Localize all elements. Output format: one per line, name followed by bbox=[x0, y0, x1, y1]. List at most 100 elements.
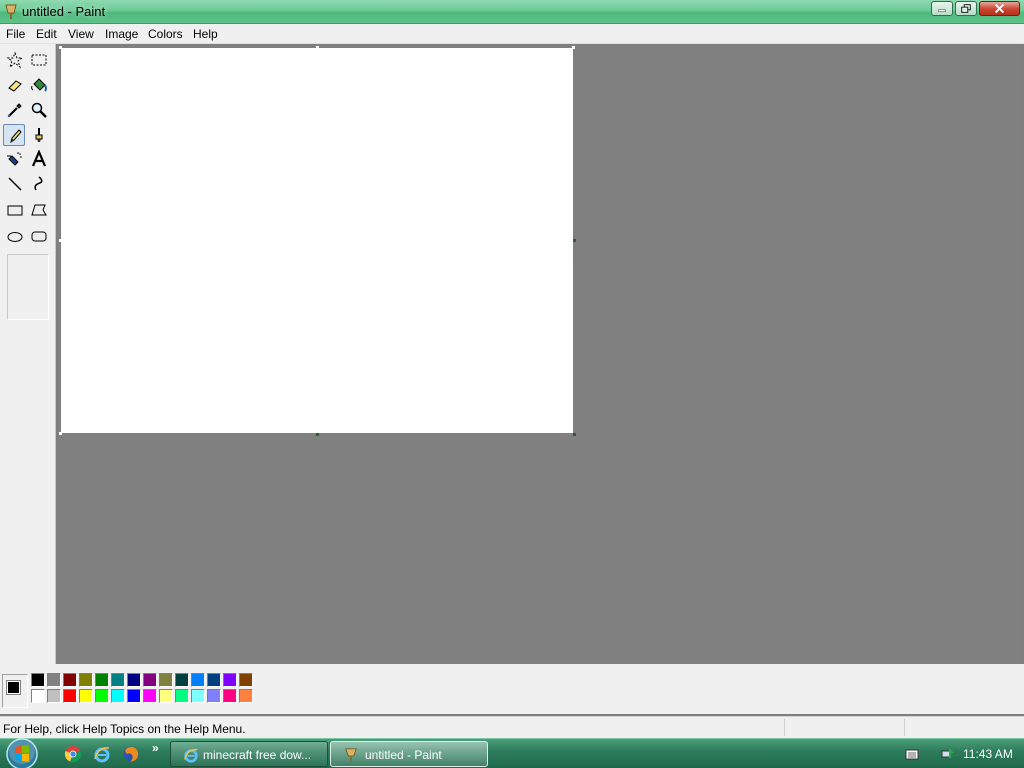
tool-eraser[interactable] bbox=[4, 74, 26, 96]
paint-app-icon[interactable] bbox=[4, 4, 18, 20]
taskbar-item-paint[interactable]: untitled - Paint bbox=[330, 741, 488, 767]
palette-color-swatch[interactable] bbox=[239, 673, 253, 687]
tool-ellipse[interactable] bbox=[4, 225, 26, 247]
restore-icon bbox=[961, 4, 971, 13]
tool-pick-color[interactable] bbox=[4, 99, 26, 121]
menu-file[interactable]: File bbox=[6, 26, 25, 42]
tool-pencil[interactable] bbox=[3, 124, 25, 146]
taskbar-item-label: untitled - Paint bbox=[365, 748, 442, 762]
palette-color-swatch[interactable] bbox=[79, 689, 93, 703]
close-icon bbox=[994, 3, 1005, 14]
tool-brush[interactable] bbox=[28, 124, 50, 146]
palette-color-swatch[interactable] bbox=[191, 673, 205, 687]
menu-image[interactable]: Image bbox=[105, 26, 138, 42]
palette-color-swatch[interactable] bbox=[223, 689, 237, 703]
palette-color-swatch[interactable] bbox=[207, 673, 221, 687]
title-bar[interactable]: untitled - Paint bbox=[0, 0, 1024, 24]
menu-colors[interactable]: Colors bbox=[148, 26, 183, 42]
restore-button[interactable] bbox=[955, 1, 977, 16]
tool-options-box[interactable] bbox=[7, 254, 49, 320]
quick-launch-more-button[interactable]: » bbox=[152, 741, 159, 755]
network-icon[interactable] bbox=[940, 746, 956, 762]
tool-fill-with-color[interactable] bbox=[28, 74, 50, 96]
resize-handle-corner[interactable] bbox=[573, 433, 576, 436]
pencil-icon bbox=[10, 129, 22, 144]
palette-color-swatch[interactable] bbox=[63, 689, 77, 703]
curve-icon bbox=[34, 176, 43, 191]
resize-handle bbox=[59, 239, 62, 242]
taskbar: » minecraft free dow... untitled - Paint… bbox=[0, 738, 1024, 768]
resize-handle bbox=[59, 432, 62, 435]
palette-color-swatch[interactable] bbox=[31, 673, 45, 687]
menu-edit[interactable]: Edit bbox=[36, 26, 57, 42]
palette-color-swatch[interactable] bbox=[175, 673, 189, 687]
line-icon bbox=[8, 177, 22, 191]
taskbar-clock[interactable]: 11:43 AM bbox=[963, 747, 1013, 761]
tool-polygon[interactable] bbox=[28, 199, 50, 221]
toolbox bbox=[0, 44, 56, 664]
palette-color-swatch[interactable] bbox=[223, 673, 237, 687]
palette-color-swatch[interactable] bbox=[127, 689, 141, 703]
status-bar: For Help, click Help Topics on the Help … bbox=[0, 716, 1024, 738]
taskbar-item-browser[interactable]: minecraft free dow... bbox=[170, 741, 328, 767]
resize-handle-bottom[interactable] bbox=[316, 433, 319, 436]
tool-magnifier[interactable] bbox=[28, 99, 50, 121]
palette-color-swatch[interactable] bbox=[143, 689, 157, 703]
palette-color-swatch[interactable] bbox=[111, 689, 125, 703]
airbrush-icon bbox=[7, 152, 22, 166]
palette-color-swatch[interactable] bbox=[95, 673, 109, 687]
tool-line[interactable] bbox=[4, 173, 26, 195]
tool-text[interactable] bbox=[28, 148, 50, 170]
text-icon bbox=[31, 150, 47, 167]
tool-rectangle[interactable] bbox=[4, 199, 26, 221]
eyedropper-icon bbox=[7, 103, 22, 118]
start-button[interactable] bbox=[4, 736, 40, 768]
status-divider bbox=[904, 719, 905, 736]
palette-color-swatch[interactable] bbox=[79, 673, 93, 687]
palette-color-swatch[interactable] bbox=[47, 673, 61, 687]
palette-color-swatch[interactable] bbox=[239, 689, 253, 703]
close-button[interactable] bbox=[979, 1, 1020, 16]
menu-help[interactable]: Help bbox=[193, 26, 218, 42]
palette-color-swatch[interactable] bbox=[111, 673, 125, 687]
menu-view[interactable]: View bbox=[68, 26, 94, 42]
rect-select-icon bbox=[31, 54, 47, 66]
canvas-workspace bbox=[57, 44, 1022, 664]
palette-color-swatch[interactable] bbox=[47, 689, 61, 703]
palette-color-swatch[interactable] bbox=[191, 689, 205, 703]
internet-explorer-icon[interactable] bbox=[93, 745, 111, 763]
taskbar-item-label: minecraft free dow... bbox=[203, 748, 312, 762]
palette-color-swatch[interactable] bbox=[63, 673, 77, 687]
current-colors[interactable] bbox=[2, 674, 28, 708]
drawing-canvas[interactable] bbox=[61, 48, 573, 433]
palette-color-swatch[interactable] bbox=[95, 689, 109, 703]
star-select-icon bbox=[6, 51, 24, 69]
tool-select[interactable] bbox=[28, 49, 50, 71]
palette-color-swatch[interactable] bbox=[143, 673, 157, 687]
rounded-rectangle-icon bbox=[31, 231, 47, 242]
palette-color-swatch[interactable] bbox=[159, 689, 173, 703]
chrome-icon[interactable] bbox=[64, 745, 82, 763]
tool-rounded-rectangle[interactable] bbox=[28, 225, 50, 247]
foreground-color-swatch bbox=[6, 680, 21, 695]
menu-bar: File Edit View Image Colors Help bbox=[0, 24, 1024, 44]
firefox-icon[interactable] bbox=[122, 745, 140, 763]
resize-handle bbox=[59, 46, 62, 49]
window-title: untitled - Paint bbox=[22, 4, 106, 19]
status-divider bbox=[784, 719, 785, 736]
palette-color-swatch[interactable] bbox=[31, 689, 45, 703]
minimize-button[interactable] bbox=[931, 1, 953, 16]
status-help-text: For Help, click Help Topics on the Help … bbox=[3, 722, 246, 736]
resize-handle bbox=[316, 46, 319, 49]
palette-color-swatch[interactable] bbox=[175, 689, 189, 703]
palette-color-swatch[interactable] bbox=[127, 673, 141, 687]
tool-free-form-select[interactable] bbox=[4, 49, 26, 71]
internet-explorer-icon bbox=[184, 748, 198, 763]
tool-airbrush[interactable] bbox=[4, 148, 26, 170]
tool-curve[interactable] bbox=[28, 173, 50, 195]
palette-color-swatch[interactable] bbox=[159, 673, 173, 687]
palette-color-swatch[interactable] bbox=[207, 689, 221, 703]
polygon-icon bbox=[31, 204, 47, 216]
resize-handle-right[interactable] bbox=[573, 239, 576, 242]
keyboard-icon[interactable] bbox=[905, 747, 919, 761]
